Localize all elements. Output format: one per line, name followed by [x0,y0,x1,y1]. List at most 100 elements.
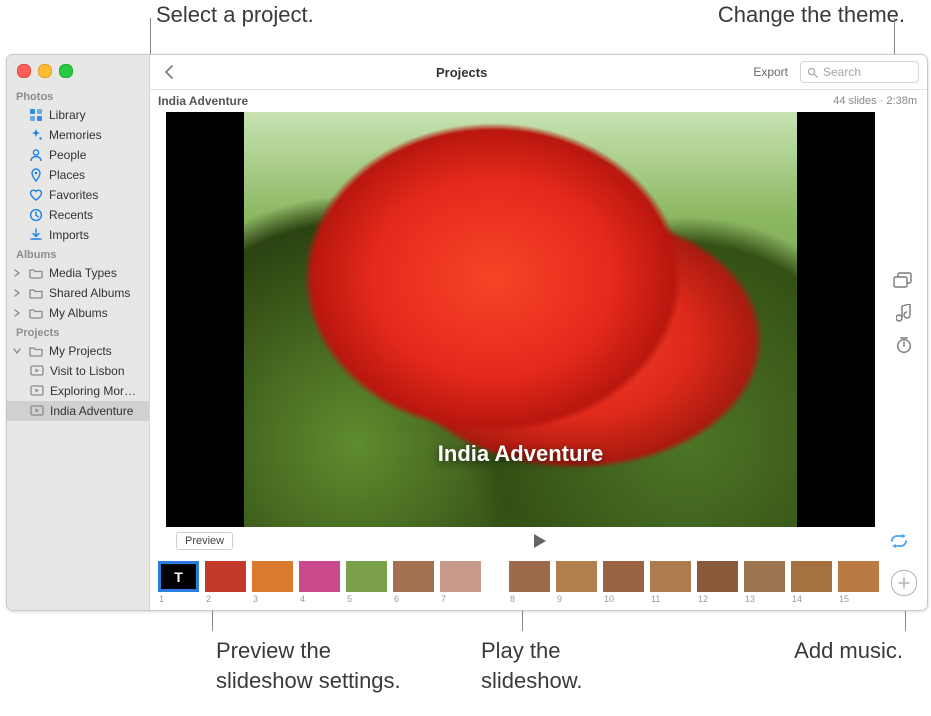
sparkles-icon [28,128,44,142]
thumbnail-index: 14 [792,594,802,604]
current-slide-image: India Adventure [244,112,797,527]
add-slide-button[interactable] [891,570,917,596]
sidebar-item-imports[interactable]: Imports [7,225,149,245]
thumbnail-image [299,561,340,592]
thumbnail-2[interactable]: 2 [205,561,246,604]
clock-icon [28,208,44,222]
sidebar-item-people[interactable]: People [7,145,149,165]
music-button[interactable] [896,304,912,322]
sidebar-item-label: Library [49,108,145,122]
sidebar-item-exploring-mor-[interactable]: Exploring Mor… [7,381,149,401]
plus-icon [898,577,910,589]
sidebar-item-label: Imports [49,228,145,242]
thumbnail-index: 2 [206,594,211,604]
callout-add-music: Add music. [794,636,903,666]
thumbnail-1[interactable]: T1 [158,561,199,604]
sidebar-item-recents[interactable]: Recents [7,205,149,225]
thumbnail-index: 12 [698,594,708,604]
thumbnail-13[interactable]: 13 [744,561,785,604]
thumbnail-image [252,561,293,592]
sidebar-item-my-albums[interactable]: My Albums [7,303,149,323]
sidebar-section-header: Projects [7,323,149,341]
sidebar-item-label: My Projects [49,344,145,358]
thumbnail-index: 7 [441,594,446,604]
slideshow-icon [29,365,45,377]
music-note-icon [896,304,912,322]
disclosure-chevron-icon [13,309,23,317]
thumbnail-index: 8 [510,594,515,604]
thumbnail-8[interactable]: 8 [509,561,550,604]
sidebar-item-places[interactable]: Places [7,165,149,185]
thumbnail-image [393,561,434,592]
duration-button[interactable] [895,336,913,354]
thumbnail-9[interactable]: 9 [556,561,597,604]
photos-icon [28,108,44,122]
thumbnail-10[interactable]: 10 [603,561,644,604]
disclosure-chevron-icon [13,347,23,355]
thumbnail-3[interactable]: 3 [252,561,293,604]
thumbnail-15[interactable]: 15 [838,561,879,604]
back-button[interactable] [158,65,182,79]
disclosure-chevron-icon [13,289,23,297]
callout-change-theme: Change the theme. [718,0,905,30]
thumbnail-image [603,561,644,592]
thumbnail-strip: T123456789101112131415 [150,555,927,610]
sidebar-item-favorites[interactable]: Favorites [7,185,149,205]
thumbnail-image: T [158,561,199,592]
sidebar-item-library[interactable]: Library [7,105,149,125]
callout-preview: Preview the slideshow settings. [216,636,401,695]
theme-button[interactable] [893,272,915,290]
thumbnail-index: 10 [604,594,614,604]
play-button[interactable] [531,533,547,549]
sidebar-item-india-adventure[interactable]: India Adventure [7,401,149,421]
thumbnail-image [838,561,879,592]
search-icon [807,67,818,78]
search-placeholder: Search [823,65,861,79]
thumbnail-4[interactable]: 4 [299,561,340,604]
thumbnail-index: 9 [557,594,562,604]
sidebar-item-memories[interactable]: Memories [7,125,149,145]
loop-button[interactable] [889,534,909,548]
person-icon [28,148,44,162]
thumbnail-index: 3 [253,594,258,604]
sidebar-item-label: Recents [49,208,145,222]
sidebar-item-label: Visit to Lisbon [50,364,145,378]
sidebar-item-label: Exploring Mor… [50,384,145,398]
main-area: Projects Export Search India Adventure 4… [150,55,927,610]
thumbnail-7[interactable]: 7 [440,561,481,604]
folder-icon [28,267,44,279]
slide-title-overlay: India Adventure [244,441,797,467]
sidebar-item-label: People [49,148,145,162]
slideshow-icon [29,385,45,397]
zoom-dot[interactable] [59,64,73,78]
sidebar-item-my-projects[interactable]: My Projects [7,341,149,361]
thumbnail-6[interactable]: 6 [393,561,434,604]
sidebar-item-label: Favorites [49,188,145,202]
callout-play: Play the slideshow. [481,636,583,695]
sidebar-item-visit-to-lisbon[interactable]: Visit to Lisbon [7,361,149,381]
project-name: India Adventure [158,94,248,108]
sidebar-item-media-types[interactable]: Media Types [7,263,149,283]
preview-button[interactable]: Preview [176,532,233,550]
thumbnail-14[interactable]: 14 [791,561,832,604]
chevron-left-icon [164,65,176,79]
thumbnail-image [791,561,832,592]
side-tools [881,112,927,527]
minimize-dot[interactable] [38,64,52,78]
thumbnail-5[interactable]: 5 [346,561,387,604]
sidebar: PhotosLibraryMemoriesPeoplePlacesFavorit… [7,55,150,610]
slideshow-icon [29,405,45,417]
close-dot[interactable] [17,64,31,78]
thumbnail-index: 1 [159,594,164,604]
thumbnail-11[interactable]: 11 [650,561,691,604]
search-field[interactable]: Search [800,61,919,83]
export-button[interactable]: Export [741,65,800,79]
thumbnail-12[interactable]: 12 [697,561,738,604]
project-header: India Adventure 44 slides · 2:38m [150,90,927,112]
app-window: PhotosLibraryMemoriesPeoplePlacesFavorit… [6,54,928,611]
callout-select-project: Select a project. [156,0,314,30]
sidebar-item-label: Media Types [49,266,145,280]
sidebar-item-label: Memories [49,128,145,142]
loop-icon [889,534,909,548]
sidebar-item-shared-albums[interactable]: Shared Albums [7,283,149,303]
